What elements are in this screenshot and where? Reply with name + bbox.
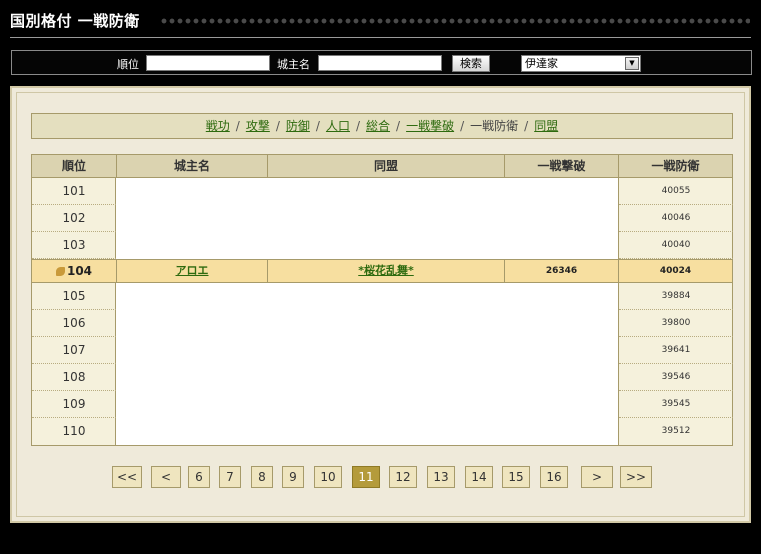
- tab-attack[interactable]: 攻撃: [246, 119, 270, 133]
- lord-name-input[interactable]: [318, 55, 442, 71]
- ranking-table: 順位 城主名 同盟 一戦撃破 一戦防衛 101 102 103 105 106 …: [31, 154, 733, 446]
- header-single-battle-defense: 一戦防衛: [618, 155, 732, 178]
- table-row-rank: 105: [32, 283, 116, 310]
- tab-single-battle-kills[interactable]: 一戦撃破: [406, 119, 454, 133]
- header-rank: 順位: [61, 159, 86, 173]
- table-row-defense: 39546: [619, 364, 733, 391]
- table-row-defense: 39800: [619, 310, 733, 337]
- highlighted-kills-cell: 26346: [504, 260, 618, 282]
- page-title: 国別格付 一戦防衛: [10, 12, 140, 30]
- table-row-rank: 107: [32, 337, 116, 364]
- table-row-defense: 40055: [619, 178, 733, 205]
- table-row-rank: 109: [32, 391, 116, 418]
- table-row-defense: 40046: [619, 205, 733, 232]
- tab-separator: /: [396, 119, 401, 133]
- highlighted-table-row: 104 アロエ *桜花乱舞* 26346 40024: [32, 259, 732, 283]
- page-last-button[interactable]: >>: [620, 466, 652, 488]
- tab-separator: /: [275, 119, 280, 133]
- header-lord-name: 城主名: [116, 155, 267, 178]
- rank-input[interactable]: [146, 55, 270, 71]
- country-select-value: 伊達家: [525, 57, 558, 70]
- page-link-10[interactable]: 10: [314, 466, 342, 488]
- ranking-panel: 戦功 / 攻撃 / 防御 / 人口 / 総合 / 一戦撃破 / 一戦防衛 / 同盟 順位 城主名 同盟 一戦…: [10, 86, 751, 523]
- page-link-13[interactable]: 13: [427, 466, 455, 488]
- page-link-15[interactable]: 15: [502, 466, 530, 488]
- tab-separator: /: [355, 119, 361, 133]
- title-divider: [10, 37, 751, 38]
- highlighted-rank: 104: [66, 264, 93, 278]
- table-header: 順位 城主名 同盟 一戦撃破 一戦防衛: [32, 155, 732, 178]
- page-link-8[interactable]: 8: [251, 466, 273, 488]
- table-row-rank: 101: [32, 178, 116, 205]
- tab-separator: /: [315, 119, 320, 133]
- tab-alliance[interactable]: 同盟: [534, 119, 558, 133]
- highlighted-alliance-cell: *桜花乱舞*: [267, 260, 504, 282]
- defense-column: 40055 40046 40040 39884 39800 39641 3954…: [618, 178, 733, 445]
- page-link-12[interactable]: 12: [389, 466, 417, 488]
- page-link-11-current[interactable]: 11: [352, 466, 380, 488]
- highlighted-defense-cell: 40024: [618, 260, 732, 282]
- tab-defense[interactable]: 防御: [286, 119, 310, 133]
- table-row-defense: 39512: [661, 426, 691, 436]
- rank-marker-icon: [55, 267, 65, 276]
- search-button[interactable]: 検索: [452, 55, 490, 72]
- tab-merit[interactable]: 戦功: [206, 119, 230, 133]
- tab-single-battle-defense: 一戦防衛: [470, 119, 519, 133]
- rank-column: 101 102 103 105 106 107 108 109 110: [32, 178, 116, 445]
- rank-label: 順位: [117, 58, 139, 71]
- page-link-7[interactable]: 7: [219, 466, 241, 488]
- tab-separator: /: [235, 119, 240, 133]
- page-first-button[interactable]: <<: [112, 466, 142, 488]
- page-link-14[interactable]: 14: [465, 466, 493, 488]
- title-decoration: [160, 17, 750, 25]
- chevron-down-icon[interactable]: ▼: [625, 57, 639, 70]
- tab-overall[interactable]: 総合: [366, 119, 390, 133]
- highlighted-lord-cell: アロエ: [116, 260, 267, 282]
- page-link-9[interactable]: 9: [282, 466, 304, 488]
- table-row-rank: 106: [32, 310, 116, 337]
- table-row-defense: 39545: [619, 391, 733, 418]
- tab-separator: /: [524, 119, 529, 133]
- table-row-defense: 39884: [619, 283, 733, 310]
- table-row-defense: 39641: [619, 337, 733, 364]
- tab-separator: /: [460, 119, 465, 133]
- table-row-defense: 40040: [619, 232, 733, 259]
- lord-name-label: 城主名: [277, 58, 310, 71]
- highlighted-rank-cell: 104: [32, 260, 116, 282]
- page-link-16[interactable]: 16: [540, 466, 568, 488]
- table-row-rank: 110: [62, 424, 86, 438]
- tab-population[interactable]: 人口: [326, 119, 350, 133]
- page-prev-button[interactable]: <: [151, 466, 181, 488]
- table-row-rank: 103: [32, 232, 116, 259]
- search-bar: 順位 城主名 検索 伊達家 ▼: [11, 50, 752, 75]
- header-alliance: 同盟: [267, 155, 504, 178]
- lord-name-link[interactable]: アロエ: [176, 264, 209, 277]
- page-link-6[interactable]: 6: [188, 466, 210, 488]
- ranking-tabs: 戦功 / 攻撃 / 防御 / 人口 / 総合 / 一戦撃破 / 一戦防衛 / 同盟: [31, 113, 733, 139]
- header-single-battle-kills: 一戦撃破: [504, 155, 618, 178]
- table-row-rank: 108: [32, 364, 116, 391]
- table-row-rank: 102: [32, 205, 116, 232]
- page-next-button[interactable]: >: [581, 466, 613, 488]
- country-select[interactable]: 伊達家 ▼: [521, 55, 641, 72]
- alliance-link[interactable]: *桜花乱舞*: [358, 264, 414, 277]
